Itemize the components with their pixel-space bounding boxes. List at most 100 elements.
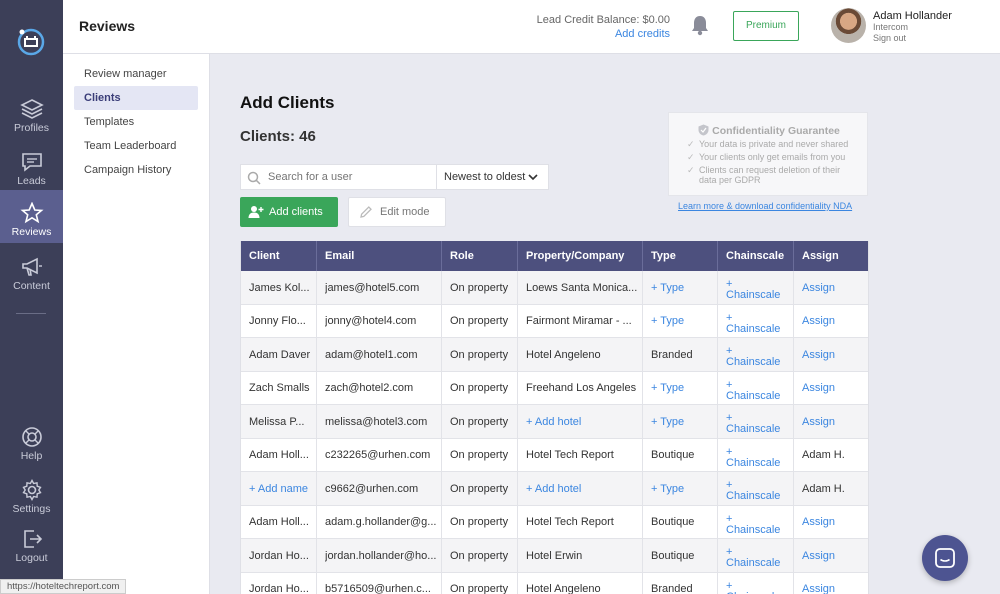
table-row[interactable]: Adam Holl... adam.g.hollander@g... On prop… [241,505,868,540]
cell-property[interactable]: + Add hotel [518,472,643,506]
edit-mode-button[interactable]: Edit mode [348,197,446,227]
cell-chainscale[interactable]: + Chainscale [718,572,794,594]
cell-text[interactable]: Assign [802,416,868,428]
column-header-assign[interactable]: Assign [794,241,868,271]
cell-assign[interactable]: Assign [794,539,868,573]
cell-chainscale[interactable]: + Chainscale [718,472,794,506]
bell-icon[interactable] [690,14,710,39]
cell-type[interactable]: + Type [643,371,718,405]
chat-launcher-button[interactable] [922,535,968,581]
cell-chainscale[interactable]: + Chainscale [718,271,794,305]
cell-assign[interactable]: Assign [794,506,868,540]
cell-text[interactable]: + Type [651,416,717,428]
premium-button[interactable]: Premium [733,11,799,41]
nav-item-reviews[interactable]: Reviews [0,190,63,243]
table-row[interactable]: Adam Daver adam@hotel1.com On property Hote… [241,338,868,372]
column-header-role[interactable]: Role [442,241,518,271]
cell-type[interactable]: + Type [643,304,718,338]
add-credits-link[interactable]: Add credits [537,27,670,41]
cell-assign[interactable]: Assign [794,405,868,439]
subnav-item-campaign-history[interactable]: Campaign History [74,158,198,182]
table-row[interactable]: Jordan Ho... jordan.hollander@ho... On pro… [241,539,868,573]
nav-item-help[interactable]: Help [0,420,63,473]
cell-assign[interactable]: Assign [794,271,868,305]
cell-text[interactable]: + Chainscale [726,379,780,402]
cell-chainscale[interactable]: + Chainscale [718,405,794,439]
nav-item-profiles[interactable]: Profiles [0,92,63,145]
cell-assign[interactable]: Assign [794,338,868,372]
column-header-client[interactable]: Client [241,241,317,271]
cell-text[interactable]: Assign [802,516,868,528]
cell-type[interactable]: + Type [643,405,718,439]
cell-text[interactable]: Assign [802,583,868,594]
subnav-item-review-manager[interactable]: Review manager [74,62,198,86]
column-header-email[interactable]: Email [317,241,442,271]
cell-type: Branded [643,338,718,372]
cell-text[interactable]: Assign [802,315,868,327]
table-row[interactable]: Jonny Flo... jonny@hotel4.com On property F… [241,304,868,339]
cell-text[interactable]: + Chainscale [726,346,780,368]
cell-property[interactable]: + Add hotel [518,405,643,439]
cell-text[interactable]: Assign [802,382,868,394]
cell-text[interactable]: + Add hotel [526,483,642,495]
cell-chainscale[interactable]: + Chainscale [718,505,794,539]
cell-text[interactable]: + Chainscale [726,480,780,502]
cell-chainscale[interactable]: + Chainscale [718,539,794,573]
cell-text: Melissa P... [249,415,305,428]
cell-role: On property [442,304,518,338]
table-row[interactable]: Zach Smalls zach@hotel2.com On property Fre… [241,371,868,406]
cell-text[interactable]: + Chainscale [726,547,780,569]
cell-text: Jordan Ho... [249,549,309,562]
cell-text[interactable]: + Chainscale [726,580,780,594]
avatar[interactable] [831,8,866,43]
column-header-type[interactable]: Type [643,241,718,271]
subnav-item-team-leaderboard[interactable]: Team Leaderboard [74,134,198,158]
column-header-property[interactable]: Property/Company [518,241,643,271]
cell-chainscale[interactable]: + Chainscale [718,438,794,472]
cell-text: Freehand Los Angeles [526,382,637,395]
cell-client[interactable]: + Add name [241,472,317,506]
cell-assign[interactable]: Assign [794,573,868,594]
cell-assign: Adam H. [794,439,868,473]
cell-type[interactable]: + Type [643,472,718,506]
app-logo-icon[interactable] [14,24,48,58]
cell-text: On property [450,415,509,428]
nav-item-content[interactable]: Content [0,250,63,303]
table-row[interactable]: Jordan Ho... b5716509@urhen.c... On proper… [241,572,868,594]
cell-assign[interactable]: Assign [794,372,868,406]
subnav-item-clients[interactable]: Clients [74,86,198,110]
cell-text: On property [450,281,509,294]
nda-download-link[interactable]: Learn more & download confidentiality ND… [678,201,852,211]
cell-chainscale[interactable]: + Chainscale [718,371,794,405]
cell-text[interactable]: + Chainscale [726,446,780,469]
cell-text[interactable]: Assign [802,349,868,361]
cell-text[interactable]: + Add hotel [526,416,642,428]
cell-text[interactable]: Assign [802,550,868,562]
table-row[interactable]: Adam Holl... c232265@urhen.com On property… [241,438,868,473]
sort-select[interactable]: Newest to oldest [436,164,549,190]
cell-chainscale[interactable]: + Chainscale [718,338,794,372]
nav-item-logout[interactable]: Logout [0,522,63,575]
subnav-item-templates[interactable]: Templates [74,110,198,134]
cell-text[interactable]: + Chainscale [726,279,780,301]
cell-text[interactable]: + Chainscale [726,513,780,536]
cell-assign[interactable]: Assign [794,305,868,339]
search-input[interactable] [268,169,428,185]
sign-out-link[interactable]: Sign out [873,33,952,44]
cell-text[interactable]: + Type [651,282,717,294]
cell-text[interactable]: + Chainscale [726,312,780,335]
add-clients-button[interactable]: Add clients [240,197,338,227]
cell-text[interactable]: Assign [802,282,868,294]
cell-text[interactable]: + Type [651,382,717,394]
column-header-chainscale[interactable]: Chainscale [718,241,794,271]
cell-text[interactable]: + Type [651,315,717,327]
cell-text[interactable]: + Add name [249,483,316,495]
cell-text[interactable]: + Type [651,483,717,495]
table-row[interactable]: + Add name c9662@urhen.com On property + Ad… [241,472,868,506]
cell-type[interactable]: + Type [643,271,718,305]
table-row[interactable]: James Kol... james@hotel5.com On property L… [241,271,868,305]
table-row[interactable]: Melissa P... melissa@hotel3.com On propert… [241,405,868,439]
cell-text[interactable]: + Chainscale [726,413,780,435]
nav-item-settings[interactable]: Settings [0,473,63,526]
cell-chainscale[interactable]: + Chainscale [718,304,794,338]
